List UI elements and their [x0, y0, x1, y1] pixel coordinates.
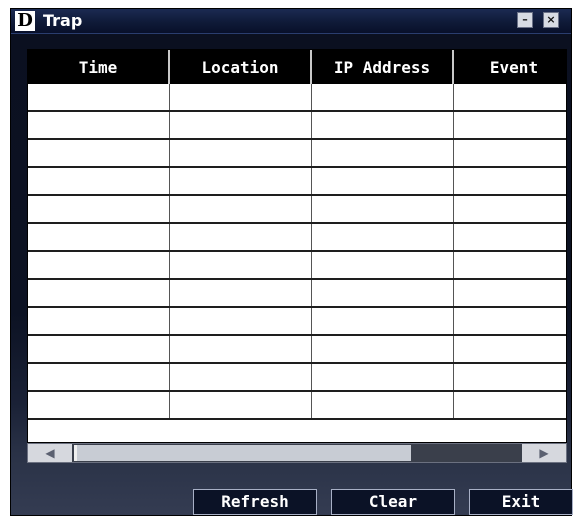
table-cell[interactable] [311, 251, 454, 280]
column-header-event[interactable]: Event [453, 50, 566, 84]
scroll-right-icon[interactable]: ▶ [522, 444, 566, 462]
table-header-row: Time Location IP Address Event [28, 50, 566, 84]
table-cell[interactable] [28, 363, 170, 392]
table-cell[interactable] [28, 139, 170, 168]
table-cell[interactable] [311, 335, 454, 364]
table-row[interactable] [28, 279, 566, 308]
table-row[interactable] [28, 251, 566, 280]
table-row[interactable] [28, 391, 566, 420]
table-cell[interactable] [28, 307, 170, 336]
table-cell[interactable] [311, 111, 454, 140]
refresh-button[interactable]: Refresh [193, 489, 317, 515]
table-cell[interactable] [28, 279, 170, 308]
trap-table-grid: Time Location IP Address Event [28, 50, 566, 420]
table-cell[interactable] [311, 84, 454, 112]
table-cell[interactable] [453, 279, 566, 308]
table-cell[interactable] [311, 167, 454, 196]
minimize-button[interactable]: – [517, 12, 533, 28]
table-cell[interactable] [28, 335, 170, 364]
table-cell[interactable] [453, 111, 566, 140]
table-cell[interactable] [169, 167, 312, 196]
table-cell[interactable] [453, 195, 566, 224]
scroll-left-icon[interactable]: ◀ [28, 444, 72, 462]
table-cell[interactable] [169, 111, 312, 140]
table-cell[interactable] [453, 307, 566, 336]
table-cell[interactable] [311, 139, 454, 168]
table-row[interactable] [28, 139, 566, 168]
table-cell[interactable] [169, 307, 312, 336]
table-cell[interactable] [453, 335, 566, 364]
scrollbar-thumb[interactable] [74, 445, 411, 461]
clear-button[interactable]: Clear [331, 489, 455, 515]
title-bar[interactable]: D Trap – × [11, 9, 571, 34]
window-title: Trap [43, 11, 83, 30]
table-cell[interactable] [453, 251, 566, 280]
table-cell[interactable] [169, 139, 312, 168]
table-row[interactable] [28, 195, 566, 224]
table-cell[interactable] [28, 167, 170, 196]
table-row[interactable] [28, 111, 566, 140]
table-cell[interactable] [28, 391, 170, 420]
table-row[interactable] [28, 307, 566, 336]
column-header-location[interactable]: Location [169, 50, 312, 84]
close-button[interactable]: × [543, 12, 559, 28]
table-cell[interactable] [28, 251, 170, 280]
table-cell[interactable] [169, 195, 312, 224]
table-row[interactable] [28, 167, 566, 196]
table-cell[interactable] [311, 223, 454, 252]
column-header-time[interactable]: Time [28, 50, 170, 84]
table-cell[interactable] [453, 139, 566, 168]
table-cell[interactable] [311, 391, 454, 420]
table-cell[interactable] [169, 223, 312, 252]
table-cell[interactable] [453, 363, 566, 392]
table-cell[interactable] [453, 84, 566, 112]
column-header-ip-address[interactable]: IP Address [311, 50, 454, 84]
trap-table[interactable]: Time Location IP Address Event [27, 49, 567, 443]
table-cell[interactable] [169, 335, 312, 364]
table-cell[interactable] [169, 279, 312, 308]
table-row[interactable] [28, 335, 566, 364]
table-cell[interactable] [28, 84, 170, 112]
table-cell[interactable] [453, 223, 566, 252]
table-cell[interactable] [311, 307, 454, 336]
table-cell[interactable] [311, 363, 454, 392]
horizontal-scrollbar[interactable]: ◀ ▶ [27, 443, 567, 463]
dlink-logo-icon: D [15, 11, 35, 31]
table-row[interactable] [28, 84, 566, 112]
table-cell[interactable] [311, 195, 454, 224]
table-cell[interactable] [28, 111, 170, 140]
table-cell[interactable] [311, 279, 454, 308]
table-cell[interactable] [169, 251, 312, 280]
table-row[interactable] [28, 363, 566, 392]
table-cell[interactable] [169, 363, 312, 392]
table-cell[interactable] [453, 391, 566, 420]
table-cell[interactable] [169, 84, 312, 112]
table-cell[interactable] [28, 195, 170, 224]
table-cell[interactable] [453, 167, 566, 196]
exit-button[interactable]: Exit [469, 489, 573, 515]
table-row[interactable] [28, 223, 566, 252]
trap-window: D Trap – × Time Location IP Address Even… [10, 8, 573, 516]
table-cell[interactable] [169, 391, 312, 420]
table-cell[interactable] [28, 223, 170, 252]
